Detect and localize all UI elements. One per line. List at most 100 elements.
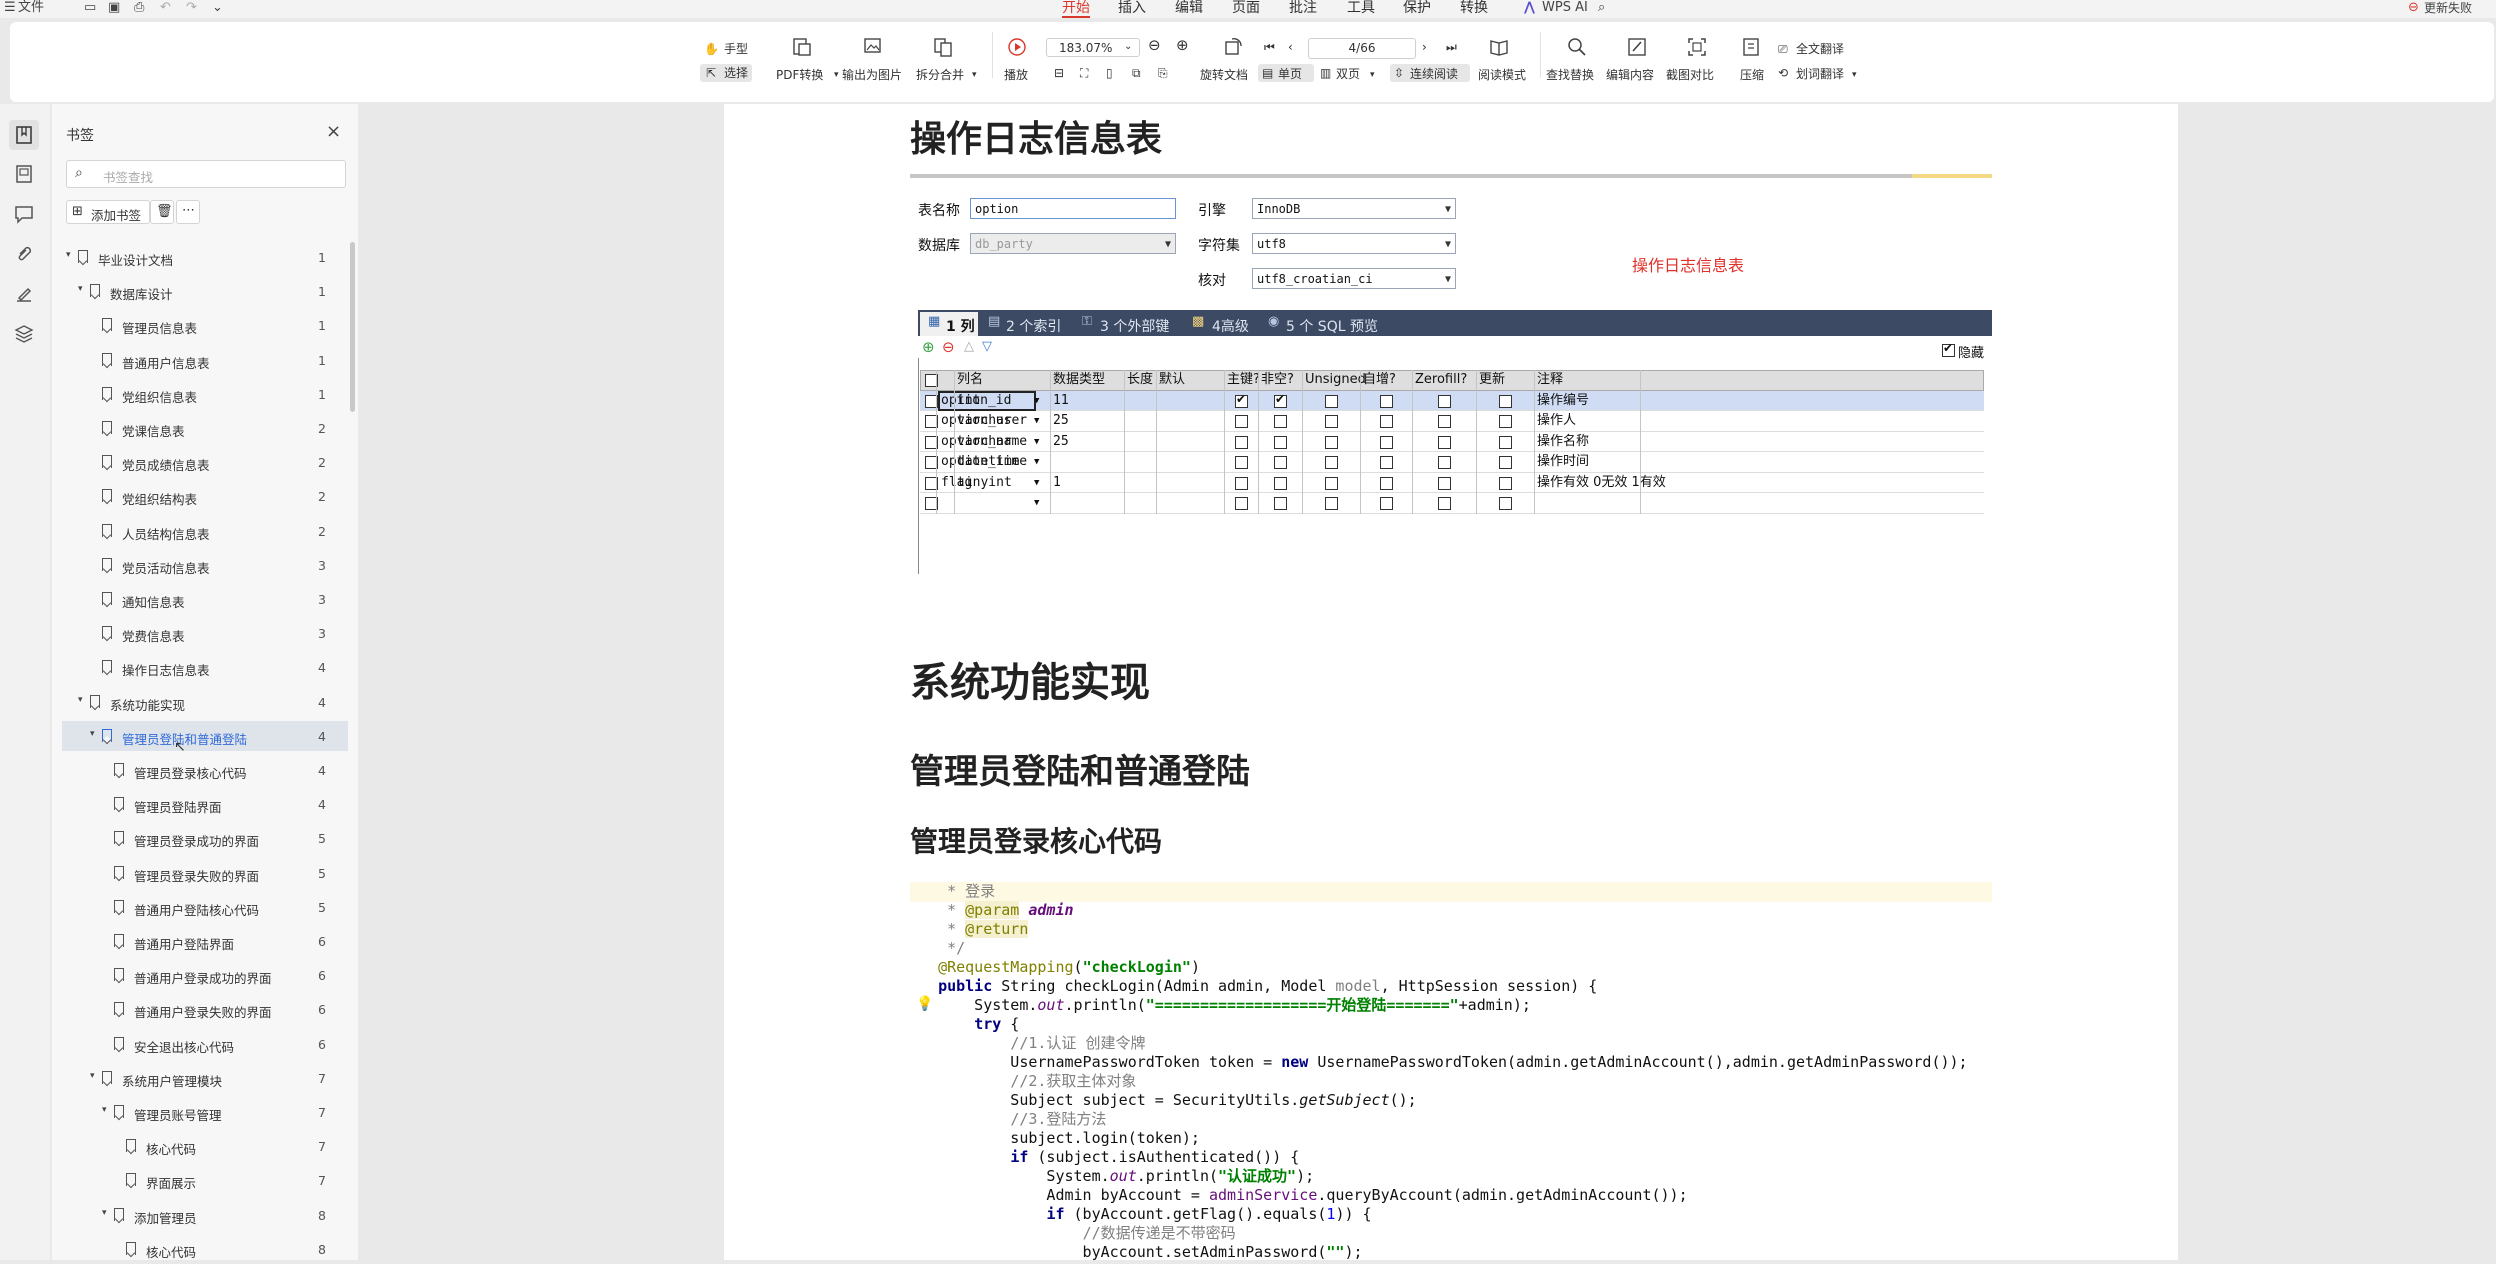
tab-page[interactable]: 页面 (1232, 0, 1260, 17)
cursor-icon[interactable]: ⇱ (706, 66, 716, 80)
double-page-icon[interactable]: ▥ (1320, 66, 1331, 80)
bookmark-item[interactable]: 管理员登陆界面 4 (52, 789, 352, 819)
compress-icon[interactable] (1740, 36, 1762, 58)
grid-cell-comment[interactable]: 操作名称 (1537, 432, 1589, 452)
bookmark-item[interactable]: 普通用户登录失败的界面 6 (52, 994, 352, 1024)
chevron-down-icon[interactable]: ⌄ (212, 0, 223, 16)
zoom-out-icon[interactable]: ⊖ (1148, 38, 1161, 53)
single-page-button[interactable]: 单页 (1278, 67, 1302, 81)
compress-button[interactable]: 压缩 (1740, 68, 1764, 82)
table-row[interactable] (920, 493, 1984, 514)
expand-caret-icon[interactable]: ▾ (66, 250, 71, 260)
tab-comment[interactable]: 批注 (1289, 0, 1317, 17)
chevron-down-icon[interactable]: ▼ (1034, 452, 1039, 472)
table-row[interactable] (920, 452, 1984, 473)
grid-checkbox[interactable] (1325, 394, 1338, 408)
grid-checkbox[interactable] (1438, 456, 1451, 469)
grid-cell-length[interactable]: 25 (1053, 411, 1069, 431)
last-page-icon[interactable]: ⏭ (1446, 40, 1457, 54)
grid-checkbox[interactable] (1235, 435, 1248, 449)
edit-content-icon[interactable] (1626, 36, 1648, 58)
bookmark-item[interactable]: 管理员登录成功的界面 5 (52, 823, 352, 853)
hamburger-icon[interactable]: ☰ (4, 0, 16, 16)
chevron-down-icon[interactable]: ▼ (1034, 432, 1039, 452)
grid-checkbox[interactable] (1380, 497, 1393, 510)
grid-column-header[interactable]: 长度 (1127, 370, 1153, 390)
expand-caret-icon[interactable]: ▾ (78, 695, 83, 705)
grid-column-header[interactable]: 列名 (957, 370, 983, 390)
grid-checkbox[interactable] (1235, 456, 1248, 469)
bookmark-item[interactable]: 普通用户信息表 1 (52, 345, 352, 375)
bookmark-item[interactable]: 通知信息表 3 (52, 584, 352, 614)
continuous-read-button[interactable]: 连续阅读 (1410, 67, 1458, 81)
screenshot-compare-icon[interactable] (1686, 36, 1708, 58)
grid-checkbox[interactable] (1438, 415, 1451, 428)
chevron-down-icon[interactable]: ▼ (1034, 391, 1039, 411)
charset-select[interactable]: utf8 ▼ (1252, 233, 1456, 254)
undo-icon[interactable]: ↶ (160, 0, 171, 16)
grid-cell-comment[interactable]: 操作时间 (1537, 452, 1589, 472)
redo-icon[interactable]: ↷ (186, 0, 197, 16)
wps-ai-button[interactable]: WPS AI (1542, 0, 1588, 16)
first-page-icon[interactable]: ⏮ (1264, 40, 1275, 54)
chevron-down-icon[interactable]: ▼ (1034, 493, 1039, 513)
chevron-down-icon[interactable]: ▾ (1370, 68, 1375, 82)
open-folder-icon[interactable]: ▭ (84, 0, 96, 16)
comment-icon[interactable] (14, 204, 34, 224)
print-icon[interactable]: ⎙ (134, 0, 144, 16)
grid-checkbox[interactable] (1380, 476, 1393, 490)
split-merge-button[interactable]: 拆分合并 (916, 68, 964, 82)
split-merge-icon[interactable] (932, 36, 954, 58)
grid-checkbox[interactable] (1274, 435, 1287, 449)
fit-page-icon[interactable]: ⛶ (1080, 66, 1088, 80)
full-translate-button[interactable]: 全文翻译 (1796, 42, 1844, 56)
bookmark-item[interactable]: 党费信息表 3 (52, 618, 352, 648)
table-row[interactable] (920, 411, 1984, 432)
grid-column-header[interactable]: 注释 (1537, 370, 1563, 390)
play-icon[interactable] (1006, 36, 1028, 58)
word-translate-button[interactable]: 划词翻译 (1796, 67, 1844, 81)
find-replace-button[interactable]: 查找替换 (1546, 68, 1594, 82)
bookmark-item[interactable]: 人员结构信息表 2 (52, 516, 352, 546)
move-down-icon[interactable]: ▽ (982, 339, 992, 354)
bookmark-item[interactable]: 党课信息表 2 (52, 413, 352, 443)
bookmark-item[interactable]: 普通用户登录成功的界面 6 (52, 960, 352, 990)
chevron-down-icon[interactable]: ▾ (972, 68, 977, 82)
grid-checkbox[interactable] (1325, 415, 1338, 428)
grid-checkbox[interactable] (1274, 415, 1287, 428)
search-icon[interactable]: ⌕ (1598, 0, 1605, 16)
export-image-icon[interactable] (862, 36, 884, 58)
chevron-down-icon[interactable]: ▾ (834, 68, 839, 82)
bookmark-item[interactable]: 界面展示 7 (52, 1165, 352, 1195)
grid-cell-type[interactable]: datetime (957, 452, 1020, 472)
grid-cell-type[interactable]: int (957, 391, 980, 411)
hand-tool-button[interactable]: 手型 (724, 42, 748, 56)
double-page-button[interactable]: 双页 (1336, 67, 1360, 81)
prev-page-icon[interactable]: ‹ (1288, 40, 1293, 54)
rotate-icon[interactable] (1222, 36, 1244, 58)
grid-checkbox[interactable] (1380, 394, 1393, 408)
expand-caret-icon[interactable]: ▾ (90, 729, 95, 739)
find-replace-icon[interactable] (1566, 36, 1588, 58)
grid-column-header[interactable]: Unsigned (1305, 370, 1366, 390)
tab-convert[interactable]: 转换 (1460, 0, 1488, 17)
grid-cell-comment[interactable]: 操作有效 0无效 1有效 (1537, 473, 1666, 493)
bookmark-item[interactable]: 管理员登录核心代码 4 (52, 755, 352, 785)
grid-cell-length[interactable]: 11 (1053, 391, 1069, 411)
bookmark-item[interactable]: 管理员信息表 1 (52, 310, 352, 340)
bookmark-item[interactable]: 操作日志信息表 4 (52, 652, 352, 682)
tab-indexes[interactable]: 2 个索引 (1006, 316, 1061, 336)
single-page-icon[interactable]: ▤ (1262, 66, 1273, 80)
select-tool-button[interactable]: 选择 (724, 66, 748, 80)
grid-column-header[interactable]: 自增? (1363, 370, 1396, 390)
grid-column-header[interactable]: 非空? (1261, 370, 1294, 390)
grid-checkbox[interactable] (1380, 456, 1393, 469)
grid-checkbox[interactable] (1274, 476, 1287, 490)
grid-checkbox[interactable] (1438, 394, 1451, 408)
hide-checkbox[interactable] (1942, 341, 1955, 357)
grid-column-header[interactable]: 更新 (1479, 370, 1505, 390)
signature-icon[interactable] (14, 284, 34, 304)
fit-width-icon[interactable]: ⊟ (1054, 66, 1064, 80)
tab-columns[interactable]: 1 列 (946, 316, 975, 336)
rotate-document-button[interactable]: 旋转文档 (1200, 68, 1248, 82)
